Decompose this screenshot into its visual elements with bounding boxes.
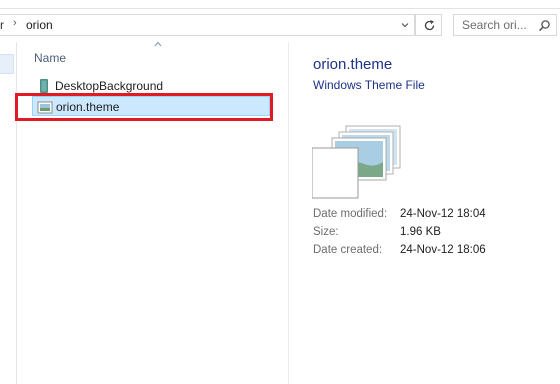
sort-ascending-icon <box>154 41 162 47</box>
details-file-type: Windows Theme File <box>313 78 425 92</box>
refresh-button[interactable] <box>415 14 442 36</box>
property-value-size: 1.96 KB <box>400 226 441 238</box>
breadcrumb-previous[interactable]: r <box>0 18 4 32</box>
chevron-down-icon[interactable] <box>400 20 410 30</box>
property-label-size: Size: <box>313 226 339 238</box>
details-file-name: orion.theme <box>313 56 393 73</box>
annotation-highlight-box <box>15 93 273 121</box>
property-label-date-created: Date created: <box>313 244 383 256</box>
window-top-edge <box>0 0 560 9</box>
theme-preview-icon <box>312 125 401 199</box>
navigation-pane-selected-item[interactable] <box>0 54 14 74</box>
folder-icon <box>40 79 48 93</box>
breadcrumb-current[interactable]: orion <box>26 18 53 32</box>
refresh-icon <box>424 20 435 31</box>
breadcrumb-separator-icon[interactable]: › <box>13 17 17 29</box>
list-item-label: DesktopBackground <box>55 79 164 93</box>
search-box[interactable]: Search ori... <box>453 14 557 36</box>
property-label-date-modified: Date modified: <box>313 208 388 220</box>
property-value-date-modified[interactable]: 24-Nov-12 18:04 <box>400 208 486 220</box>
column-header-name[interactable]: Name <box>34 51 66 65</box>
property-value-date-created: 24-Nov-12 18:06 <box>400 244 486 256</box>
search-input[interactable]: Search ori... <box>462 18 527 32</box>
address-bar[interactable]: r › orion <box>0 14 415 36</box>
search-icon[interactable] <box>538 19 551 32</box>
details-pane-divider[interactable] <box>288 42 289 384</box>
